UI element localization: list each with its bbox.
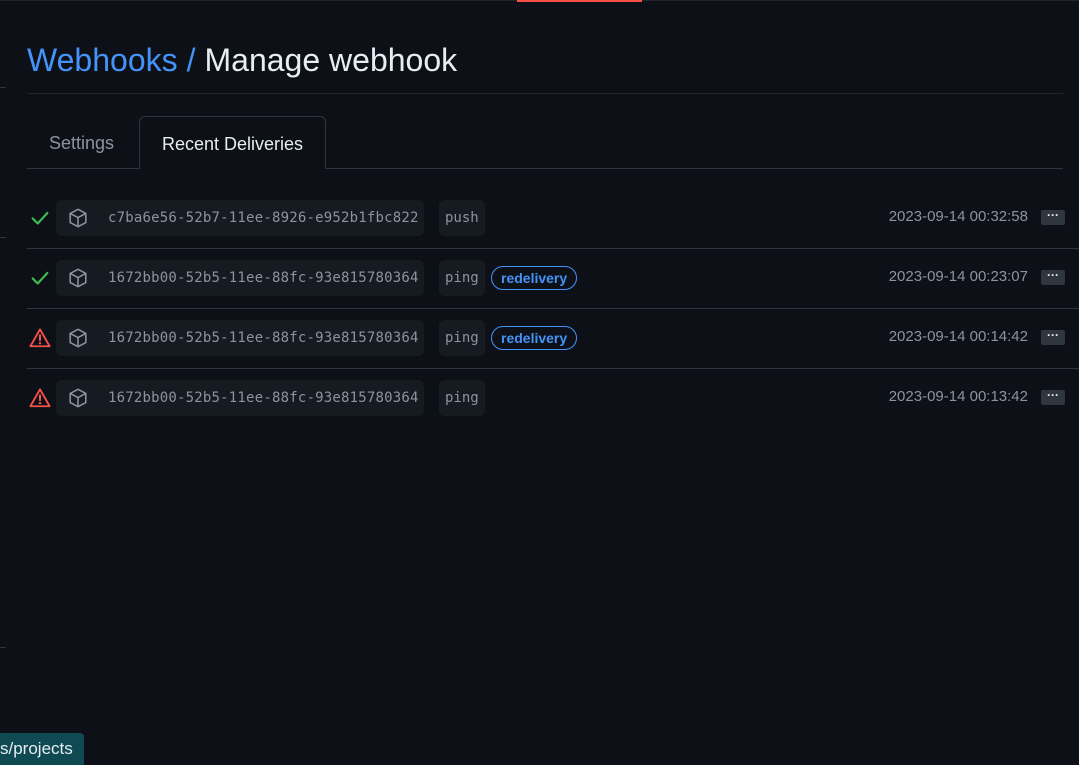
tab-recent-deliveries[interactable]: Recent Deliveries — [139, 116, 327, 169]
delivery-row[interactable]: c7ba6e56-52b7-11ee-8926-e952b1fbc822 pus… — [27, 189, 1079, 249]
left-divider-tick — [0, 237, 6, 238]
tab-settings[interactable]: Settings — [27, 116, 136, 168]
more-options-button[interactable]: ··· — [1041, 269, 1065, 285]
delivery-timestamp: 2023-09-14 00:13:42 — [888, 388, 1028, 405]
delivery-guid-box[interactable]: c7ba6e56-52b7-11ee-8926-e952b1fbc822 — [56, 200, 424, 236]
alert-icon — [29, 327, 51, 349]
page-header: Webhooks / Manage webhook — [27, 36, 1063, 94]
event-label: ping — [439, 380, 485, 416]
delivery-guid: 1672bb00-52b5-11ee-88fc-93e815780364 — [108, 390, 419, 406]
delivery-guid: 1672bb00-52b5-11ee-88fc-93e815780364 — [108, 330, 419, 346]
package-icon — [67, 327, 89, 349]
more-options-button[interactable]: ··· — [1041, 389, 1065, 405]
delivery-row[interactable]: 1672bb00-52b5-11ee-88fc-93e815780364 pin… — [27, 249, 1079, 309]
check-icon — [29, 267, 51, 289]
delivery-guid: 1672bb00-52b5-11ee-88fc-93e815780364 — [108, 270, 419, 286]
delivery-guid-box[interactable]: 1672bb00-52b5-11ee-88fc-93e815780364 — [56, 320, 424, 356]
event-label: ping — [439, 320, 485, 356]
package-icon — [67, 387, 89, 409]
delivery-timestamp: 2023-09-14 00:23:07 — [888, 268, 1028, 285]
left-divider-tick — [0, 647, 6, 648]
breadcrumb-webhooks-link[interactable]: Webhooks — [27, 42, 178, 78]
tab-bar: Settings Recent Deliveries — [27, 116, 1063, 169]
delivery-guid: c7ba6e56-52b7-11ee-8926-e952b1fbc822 — [108, 210, 419, 226]
redelivery-badge: redelivery — [491, 326, 578, 350]
delivery-row[interactable]: 1672bb00-52b5-11ee-88fc-93e815780364 pin… — [27, 369, 1079, 428]
package-icon — [67, 267, 89, 289]
webhook-page: Webhooks / Manage webhook Settings Recent … — [0, 0, 1079, 765]
delivery-row[interactable]: 1672bb00-52b5-11ee-88fc-93e815780364 pin… — [27, 309, 1079, 369]
event-label: ping — [439, 260, 485, 296]
breadcrumb-separator: / — [186, 42, 196, 78]
package-icon — [67, 207, 89, 229]
more-options-button[interactable]: ··· — [1041, 329, 1065, 345]
more-options-button[interactable]: ··· — [1041, 209, 1065, 225]
delivery-timestamp: 2023-09-14 00:14:42 — [888, 328, 1028, 345]
check-icon — [29, 207, 51, 229]
alert-icon — [29, 387, 51, 409]
delivery-guid-box[interactable]: 1672bb00-52b5-11ee-88fc-93e815780364 — [56, 380, 424, 416]
delivery-guid-box[interactable]: 1672bb00-52b5-11ee-88fc-93e815780364 — [56, 260, 424, 296]
top-accent-bar — [517, 0, 642, 2]
redelivery-badge: redelivery — [491, 266, 578, 290]
deliveries-list: c7ba6e56-52b7-11ee-8926-e952b1fbc822 pus… — [27, 189, 1079, 428]
breadcrumb: Webhooks / Manage webhook — [27, 36, 457, 84]
delivery-timestamp: 2023-09-14 00:32:58 — [888, 208, 1028, 225]
status-bar-url: s/projects — [0, 733, 84, 765]
event-label: push — [439, 200, 485, 236]
page-title: Manage webhook — [204, 42, 458, 78]
left-divider-tick — [0, 87, 6, 88]
